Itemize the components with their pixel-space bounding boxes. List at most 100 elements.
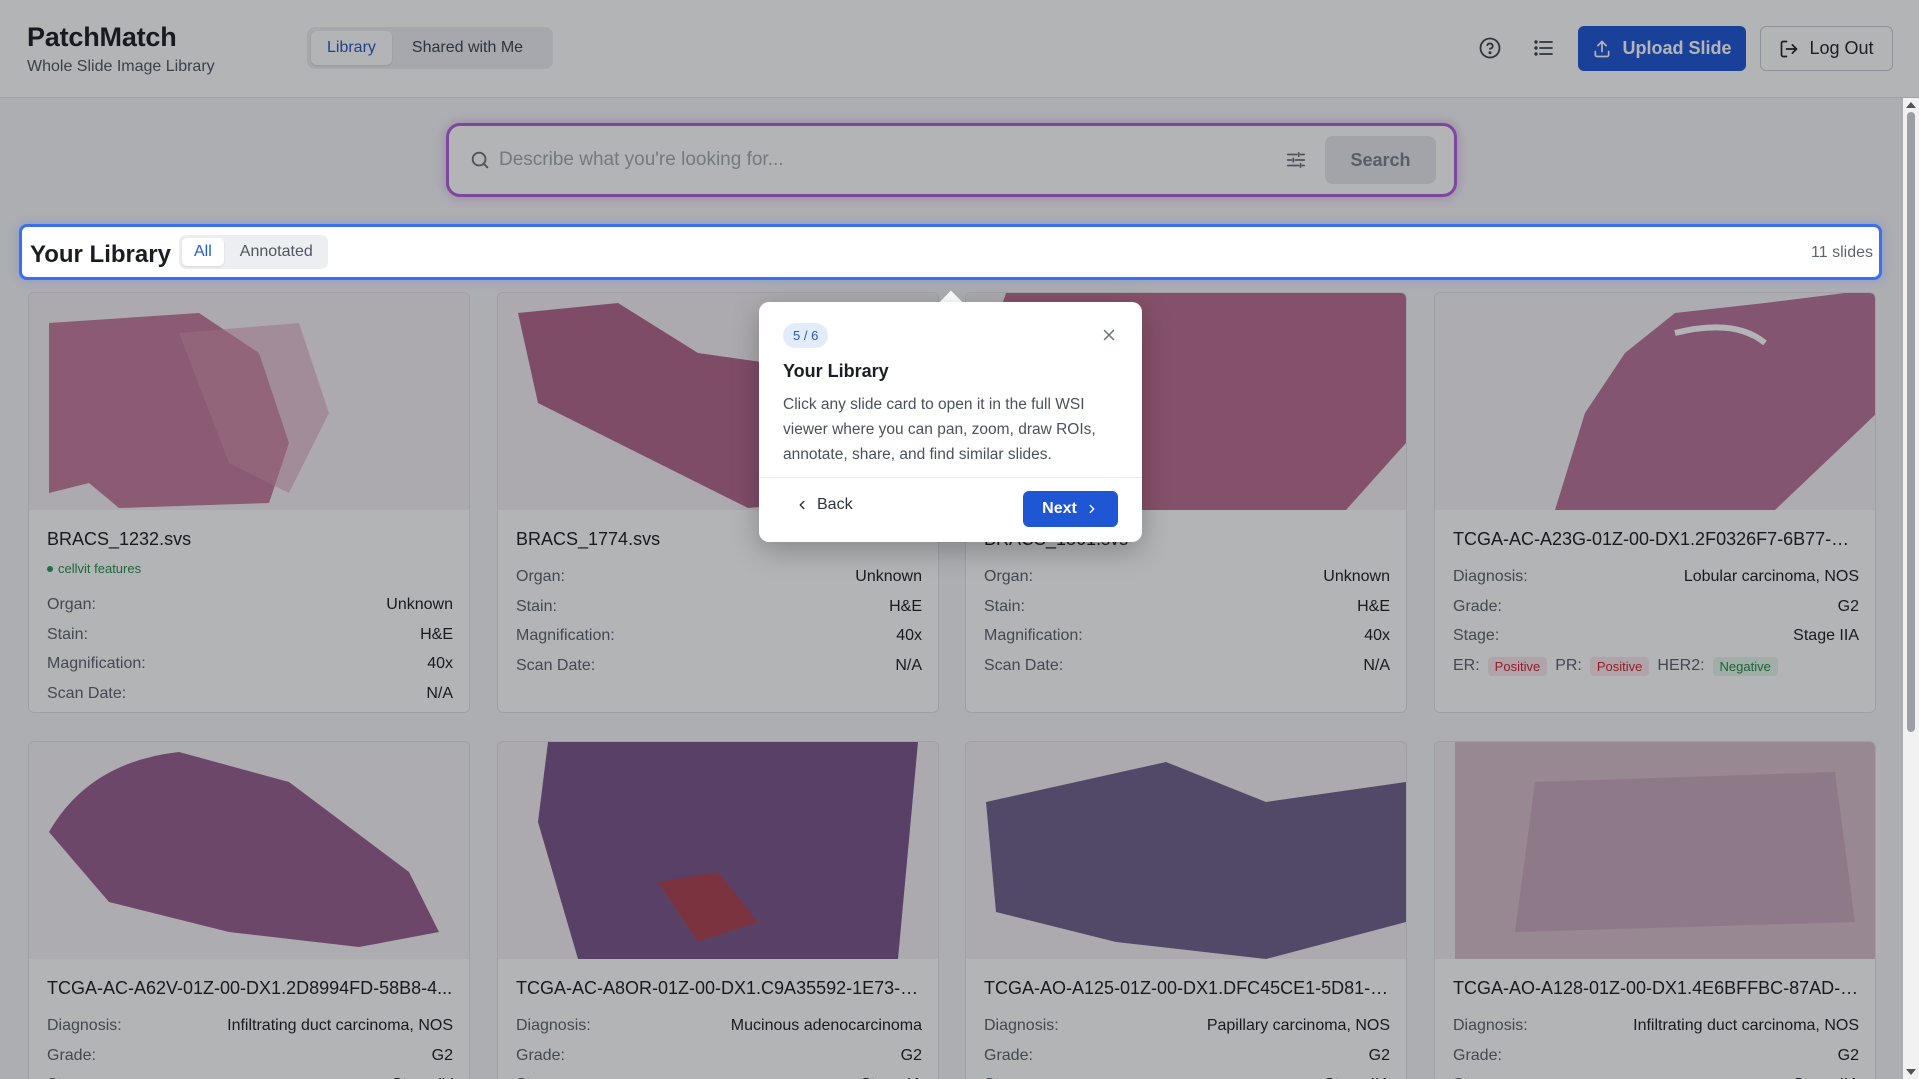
upload-slide-button[interactable]: Upload Slide bbox=[1578, 26, 1746, 71]
metadata-value: H&E bbox=[1357, 597, 1390, 615]
scroll-up-arrow-icon[interactable] bbox=[1906, 102, 1916, 108]
slide-thumbnail bbox=[1435, 742, 1875, 959]
main-nav-tabs: Library Shared with Me bbox=[307, 27, 553, 69]
metadata-value: Infiltrating duct carcinoma, NOS bbox=[1633, 1017, 1859, 1034]
metadata-key: Diagnosis: bbox=[1453, 1017, 1528, 1034]
log-out-icon bbox=[1781, 40, 1798, 57]
page-scrollbar[interactable] bbox=[1903, 98, 1919, 1079]
scroll-down-arrow-icon[interactable] bbox=[1906, 1069, 1916, 1075]
tour-title: Your Library bbox=[783, 361, 889, 381]
receptor-label: PR: bbox=[1555, 657, 1582, 674]
receptor-status: ER: Positive PR: Positive HER2: Negative bbox=[1453, 656, 1778, 676]
filter-all[interactable]: All bbox=[182, 238, 224, 266]
slide-card[interactable]: TCGA-AO-A128-01Z-00-DX1.4E6BFFBC-87AD-4E… bbox=[1434, 741, 1876, 1079]
feature-badge: cellvit features bbox=[47, 561, 141, 576]
tour-divider bbox=[759, 477, 1142, 478]
metadata-row: Diagnosis: Infiltrating duct carcinoma, N… bbox=[1453, 1017, 1859, 1035]
library-bar: Your Library All Annotated 11 slides bbox=[19, 224, 1882, 280]
close-icon[interactable] bbox=[1100, 326, 1118, 344]
metadata-row: Grade: G2 bbox=[516, 1047, 922, 1065]
metadata-key: Diagnosis: bbox=[516, 1017, 591, 1034]
search-input[interactable] bbox=[499, 140, 1259, 180]
metadata-value: 40x bbox=[896, 627, 922, 644]
list-icon[interactable] bbox=[1530, 34, 1558, 62]
tour-next-button[interactable]: Next bbox=[1023, 491, 1118, 527]
slide-title: TCGA-AC-A62V-01Z-00-DX1.2D8994FD-58B8-4.… bbox=[47, 978, 453, 998]
slide-card[interactable]: TCGA-AC-A62V-01Z-00-DX1.2D8994FD-58B8-4.… bbox=[28, 741, 470, 1079]
metadata-value: Stage IIA bbox=[1793, 627, 1859, 644]
metadata-row: Diagnosis: Papillary carcinoma, NOS bbox=[984, 1017, 1390, 1035]
library-title: Your Library bbox=[30, 241, 171, 268]
slide-thumbnail bbox=[1435, 293, 1875, 510]
tour-back-button[interactable]: Back bbox=[795, 496, 853, 514]
log-out-label: Log Out bbox=[1809, 38, 1874, 58]
slide-thumbnail bbox=[29, 293, 469, 510]
help-circle-icon[interactable] bbox=[1476, 34, 1504, 62]
status-badge: Positive bbox=[1589, 656, 1650, 676]
receptor-label: ER: bbox=[1453, 657, 1480, 674]
metadata-key: Organ: bbox=[47, 596, 96, 613]
metadata-value: Unknown bbox=[386, 596, 453, 613]
tour-back-label: Back bbox=[817, 496, 853, 513]
feature-label: cellvit features bbox=[58, 561, 142, 576]
metadata-key: Diagnosis: bbox=[47, 1017, 122, 1034]
slide-thumbnail bbox=[498, 742, 938, 959]
slide-title: BRACS_1232.svs bbox=[47, 529, 192, 549]
metadata-value: G2 bbox=[1837, 597, 1859, 615]
app-title: PatchMatch bbox=[27, 22, 177, 52]
slide-thumbnail bbox=[966, 742, 1406, 959]
metadata-key: Magnification: bbox=[516, 627, 615, 644]
metadata-key: Grade: bbox=[516, 1046, 565, 1064]
metadata-row: Organ: Unknown bbox=[516, 568, 922, 586]
metadata-key: Grade: bbox=[47, 1046, 96, 1064]
metadata-row: Diagnosis: Mucinous adenocarcinoma bbox=[516, 1017, 922, 1035]
metadata-row: Scan Date: N/A bbox=[516, 657, 922, 675]
slide-title: TCGA-AC-A8OR-01Z-00-DX1.C9A35592-1E73-40… bbox=[516, 978, 922, 998]
metadata-value: G2 bbox=[431, 1046, 453, 1064]
scroll-thumb[interactable] bbox=[1907, 112, 1915, 732]
slide-card[interactable]: BRACS_1232.svscellvit features Organ: Unkn… bbox=[28, 292, 470, 713]
metadata-key: Diagnosis: bbox=[1453, 568, 1528, 585]
metadata-key: Grade: bbox=[1453, 1046, 1502, 1064]
metadata-value: 40x bbox=[427, 655, 453, 672]
metadata-value: H&E bbox=[420, 625, 453, 643]
slide-card[interactable]: TCGA-AO-A125-01Z-00-DX1.DFC45CE1-5D81-4C… bbox=[965, 741, 1407, 1079]
metadata-row: Diagnosis: Infiltrating duct carcinoma, N… bbox=[47, 1017, 453, 1035]
metadata-value: Infiltrating duct carcinoma, NOS bbox=[227, 1017, 453, 1034]
metadata-key: Stage: bbox=[1453, 627, 1500, 644]
metadata-value: Mucinous adenocarcinoma bbox=[730, 1017, 922, 1034]
metadata-key: Stain: bbox=[984, 597, 1025, 615]
metadata-row: Grade: G2 bbox=[47, 1047, 453, 1065]
sliders-icon[interactable] bbox=[1285, 149, 1307, 171]
upload-slide-label: Upload Slide bbox=[1622, 38, 1732, 58]
filter-annotated[interactable]: Annotated bbox=[228, 238, 325, 266]
metadata-key: Grade: bbox=[1453, 597, 1502, 615]
slide-thumbnail bbox=[29, 742, 469, 959]
metadata-row: Scan Date: N/A bbox=[47, 685, 453, 703]
tab-shared-with-me[interactable]: Shared with Me bbox=[396, 31, 539, 65]
metadata-row: Magnification: 40x bbox=[516, 627, 922, 645]
slide-title: TCGA-AO-A125-01Z-00-DX1.DFC45CE1-5D81-4C… bbox=[984, 978, 1390, 998]
metadata-value: Lobular carcinoma, NOS bbox=[1683, 568, 1859, 585]
slide-title: TCGA-AO-A128-01Z-00-DX1.4E6BFFBC-87AD-4E… bbox=[1453, 978, 1859, 998]
metadata-key: Stain: bbox=[47, 625, 88, 643]
search-button[interactable]: Search bbox=[1325, 136, 1436, 184]
library-filter-tabs: All Annotated bbox=[179, 235, 328, 269]
metadata-row: Scan Date: N/A bbox=[984, 657, 1390, 675]
upload-icon bbox=[1594, 40, 1610, 57]
metadata-row: Organ: Unknown bbox=[984, 568, 1390, 586]
metadata-row: Grade: G2 bbox=[1453, 1047, 1859, 1065]
tab-library[interactable]: Library bbox=[311, 31, 392, 65]
metadata-key: Scan Date: bbox=[984, 656, 1064, 674]
log-out-button[interactable]: Log Out bbox=[1760, 26, 1893, 71]
metadata-key: Grade: bbox=[984, 1046, 1033, 1064]
metadata-value: G2 bbox=[900, 1046, 922, 1064]
search-box: Search bbox=[446, 123, 1457, 197]
app-subtitle: Whole Slide Image Library bbox=[27, 58, 215, 75]
metadata-row: Magnification: 40x bbox=[984, 627, 1390, 645]
tour-next-label: Next bbox=[1042, 500, 1077, 517]
status-badge: Positive bbox=[1487, 656, 1548, 676]
slide-card[interactable]: TCGA-AC-A23G-01Z-00-DX1.2F0326F7-6B77-4B… bbox=[1434, 292, 1876, 713]
metadata-value: N/A bbox=[895, 656, 922, 674]
slide-card[interactable]: TCGA-AC-A8OR-01Z-00-DX1.C9A35592-1E73-40… bbox=[497, 741, 939, 1079]
